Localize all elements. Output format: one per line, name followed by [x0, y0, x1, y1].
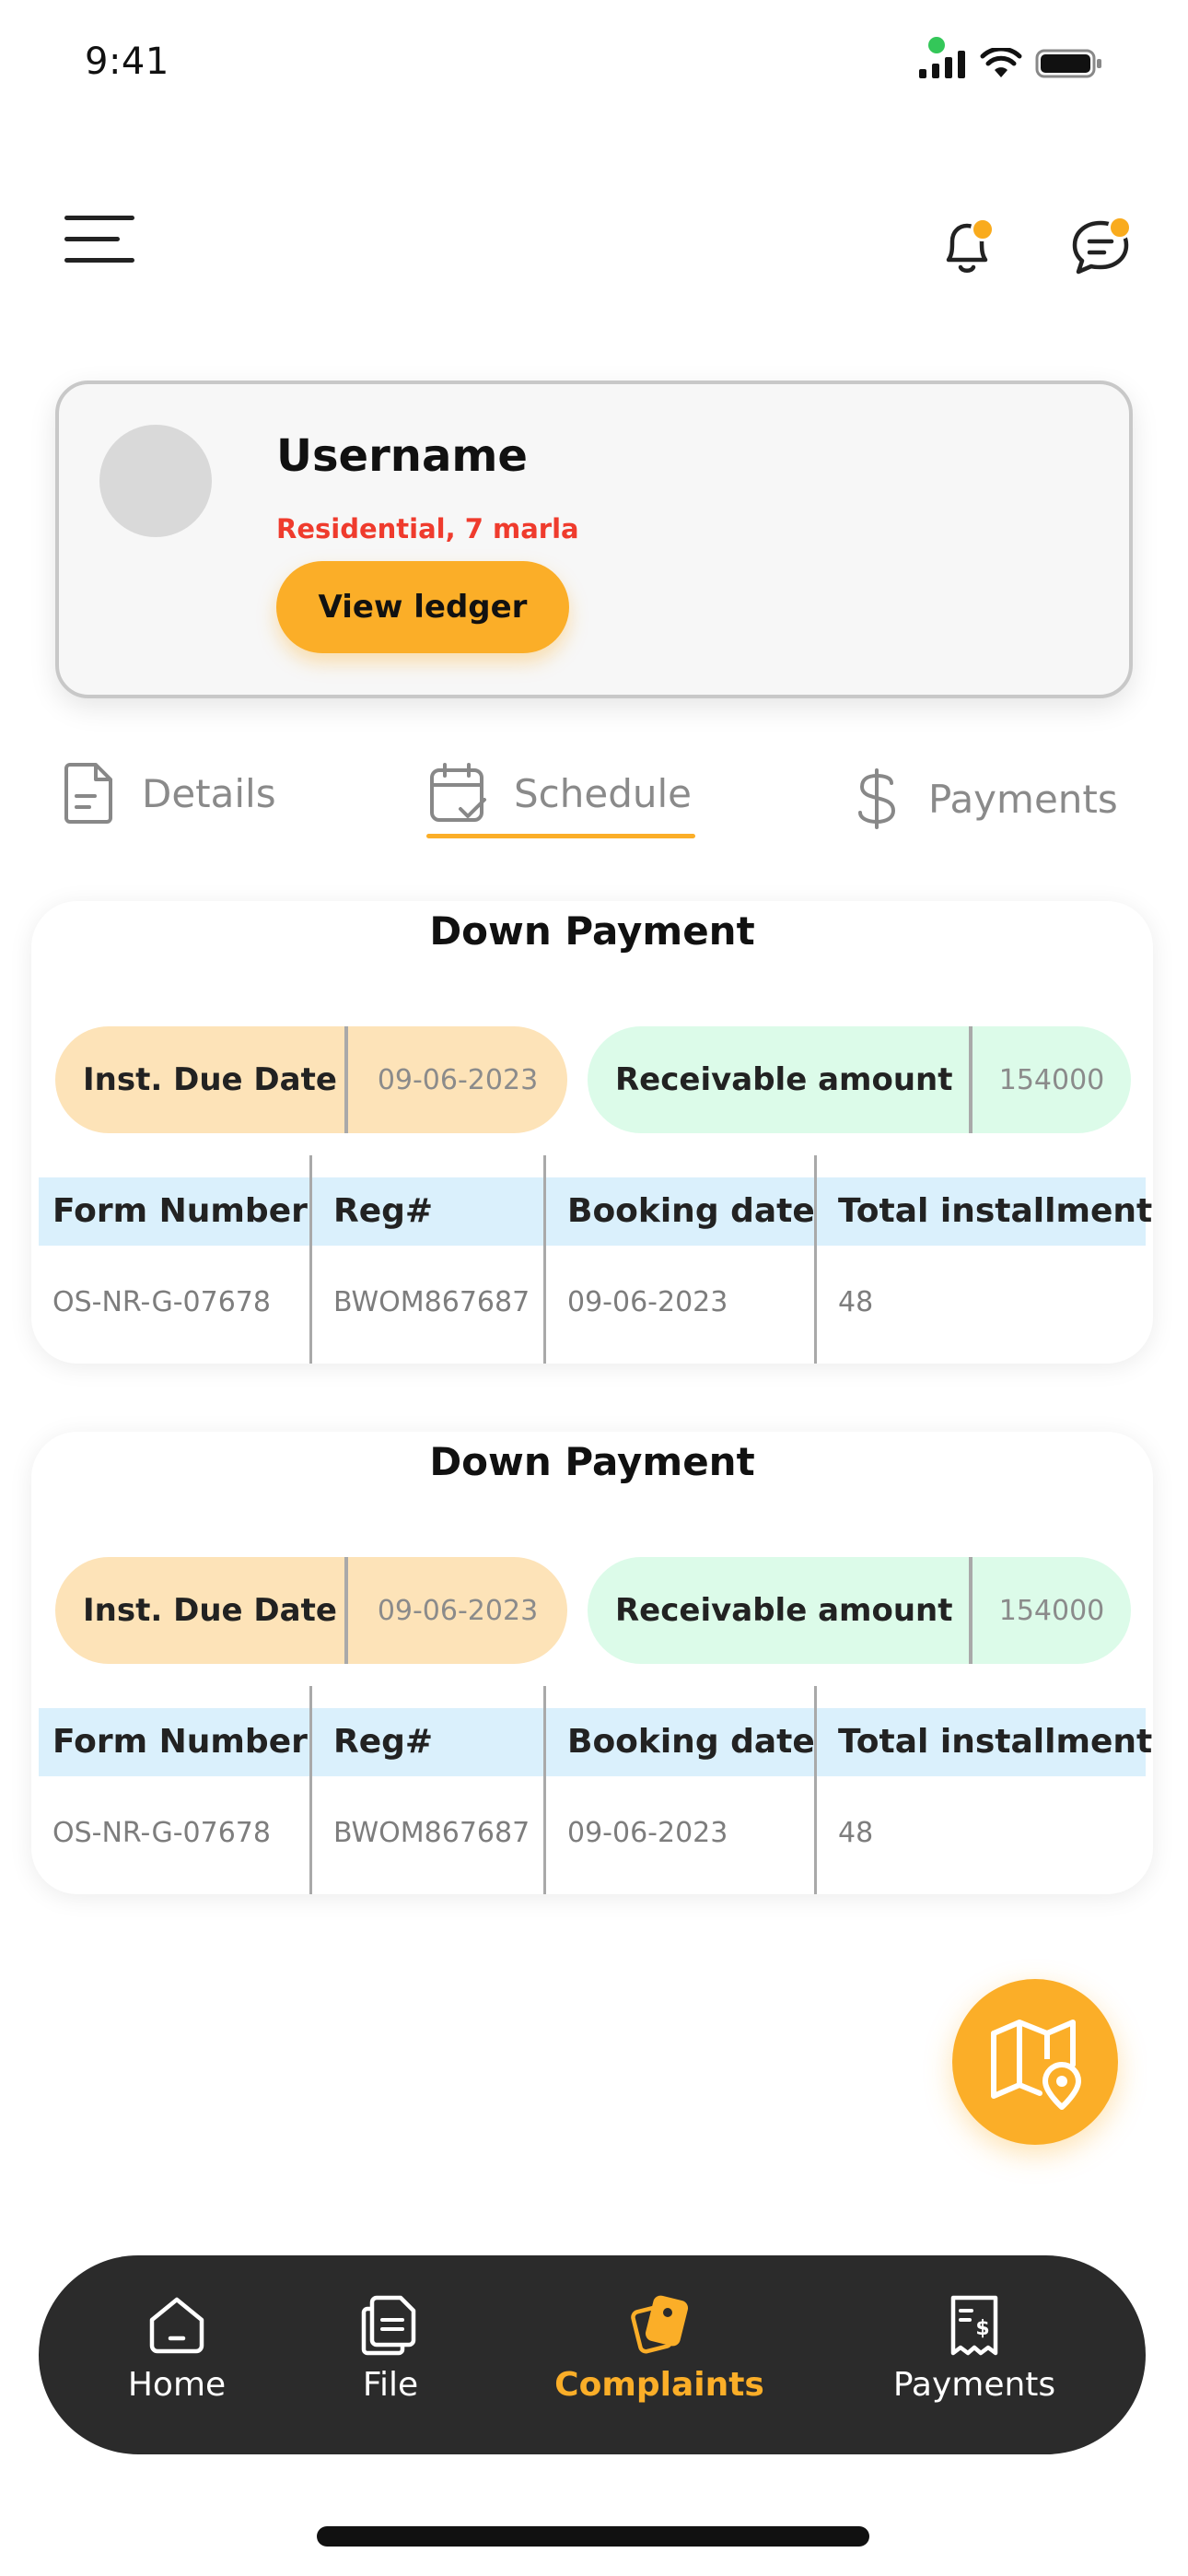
active-tab-indicator — [426, 834, 695, 838]
nav-file[interactable]: File — [289, 2292, 492, 2404]
menu-button[interactable] — [64, 212, 138, 267]
due-date-pill: Inst. Due Date 09-06-2023 — [55, 1557, 567, 1664]
wifi-icon — [980, 48, 1022, 77]
receivable-value: 154000 — [998, 1594, 1105, 1627]
tab-details[interactable]: Details — [61, 761, 276, 825]
tab-schedule-label: Schedule — [514, 770, 692, 816]
view-ledger-button[interactable]: View ledger — [276, 561, 569, 653]
receipt-icon: $ — [950, 2295, 998, 2356]
tab-bar: Details Schedule Payments — [0, 755, 1188, 857]
column-header-form-number: Form Number — [52, 1192, 308, 1230]
tab-payments-label: Payments — [928, 776, 1118, 822]
column-header-total-installment: Total installment — [838, 1723, 1153, 1761]
bell-icon — [946, 223, 988, 273]
column-divider — [309, 1155, 312, 1364]
column-divider — [309, 1686, 312, 1894]
nav-payments-label: Payments — [892, 2366, 1056, 2404]
column-header-reg: Reg# — [333, 1723, 434, 1761]
column-header-booking-date: Booking date — [567, 1192, 815, 1230]
tags-icon — [631, 2295, 689, 2354]
receivable-value: 154000 — [998, 1063, 1105, 1096]
schedule-card: Down Payment Inst. Due Date 09-06-2023 R… — [31, 1432, 1153, 1894]
svg-text:$: $ — [975, 2317, 989, 2340]
cell-form-number: OS-NR-G-07678 — [52, 1817, 271, 1849]
due-date-label: Inst. Due Date — [83, 1061, 337, 1098]
signal-icon — [919, 51, 965, 78]
cell-form-number: OS-NR-G-07678 — [52, 1286, 271, 1318]
menu-line — [64, 237, 120, 241]
schedule-title: Down Payment — [429, 908, 755, 954]
notification-badge — [971, 217, 995, 241]
home-icon — [149, 2297, 204, 2354]
schedule-table: Form Number Reg# Booking date Total inst… — [39, 1686, 1152, 1894]
due-date-value: 09-06-2023 — [377, 1594, 539, 1627]
nav-home-label: Home — [127, 2366, 227, 2404]
cell-booking-date: 09-06-2023 — [567, 1286, 728, 1318]
menu-line — [64, 216, 134, 220]
bottom-navigation: Home File Complaints $ Payments — [39, 2255, 1146, 2454]
map-location-button[interactable] — [952, 1979, 1118, 2145]
nav-file-label: File — [362, 2366, 419, 2404]
column-header-reg: Reg# — [333, 1192, 434, 1230]
cell-reg: BWOM867687 — [333, 1286, 530, 1318]
column-header-form-number: Form Number — [52, 1723, 308, 1761]
due-date-pill: Inst. Due Date 09-06-2023 — [55, 1026, 567, 1133]
top-header — [0, 184, 1188, 313]
nav-payments[interactable]: $ Payments — [873, 2292, 1076, 2404]
property-info: Residential, 7 marla — [276, 513, 579, 544]
map-pin-icon — [991, 2020, 1081, 2110]
message-badge — [1108, 216, 1132, 240]
cell-reg: BWOM867687 — [333, 1817, 530, 1849]
receivable-pill: Receivable amount 154000 — [588, 1557, 1131, 1664]
due-date-label: Inst. Due Date — [83, 1592, 337, 1629]
menu-line — [64, 258, 134, 263]
document-icon — [64, 763, 112, 824]
status-bar: 9:41 — [0, 0, 1188, 138]
profile-card: Username Residential, 7 marla View ledge… — [55, 381, 1133, 698]
column-divider — [543, 1155, 546, 1364]
username: Username — [276, 430, 528, 482]
cell-booking-date: 09-06-2023 — [567, 1817, 728, 1849]
column-header-booking-date: Booking date — [567, 1723, 815, 1761]
nav-complaints[interactable]: Complaints — [554, 2292, 764, 2404]
column-header-total-installment: Total installment — [838, 1192, 1153, 1230]
cell-total-installment: 48 — [838, 1817, 874, 1849]
schedule-title: Down Payment — [429, 1439, 755, 1484]
home-indicator[interactable] — [317, 2526, 869, 2547]
tab-payments[interactable]: Payments — [851, 767, 1118, 831]
receivable-label: Receivable amount — [615, 1592, 953, 1629]
status-icons — [919, 48, 1103, 79]
receivable-label: Receivable amount — [615, 1061, 953, 1098]
avatar[interactable] — [99, 425, 212, 537]
cell-total-installment: 48 — [838, 1286, 874, 1318]
nav-home[interactable]: Home — [76, 2292, 278, 2404]
receivable-pill: Receivable amount 154000 — [588, 1026, 1131, 1133]
column-divider — [543, 1686, 546, 1894]
nav-complaints-label: Complaints — [554, 2366, 764, 2404]
schedule-card: Down Payment Inst. Due Date 09-06-2023 R… — [31, 901, 1153, 1364]
messages-button[interactable] — [1064, 210, 1137, 284]
due-date-value: 09-06-2023 — [377, 1063, 539, 1096]
schedule-table: Form Number Reg# Booking date Total inst… — [39, 1155, 1152, 1364]
calendar-check-icon — [430, 763, 486, 822]
dollar-icon — [858, 768, 896, 829]
battery-icon — [1035, 49, 1101, 78]
status-time: 9:41 — [85, 41, 169, 83]
files-icon — [361, 2295, 416, 2356]
tab-details-label: Details — [142, 770, 276, 816]
tab-schedule[interactable]: Schedule — [427, 761, 692, 825]
notifications-button[interactable] — [930, 210, 1004, 284]
